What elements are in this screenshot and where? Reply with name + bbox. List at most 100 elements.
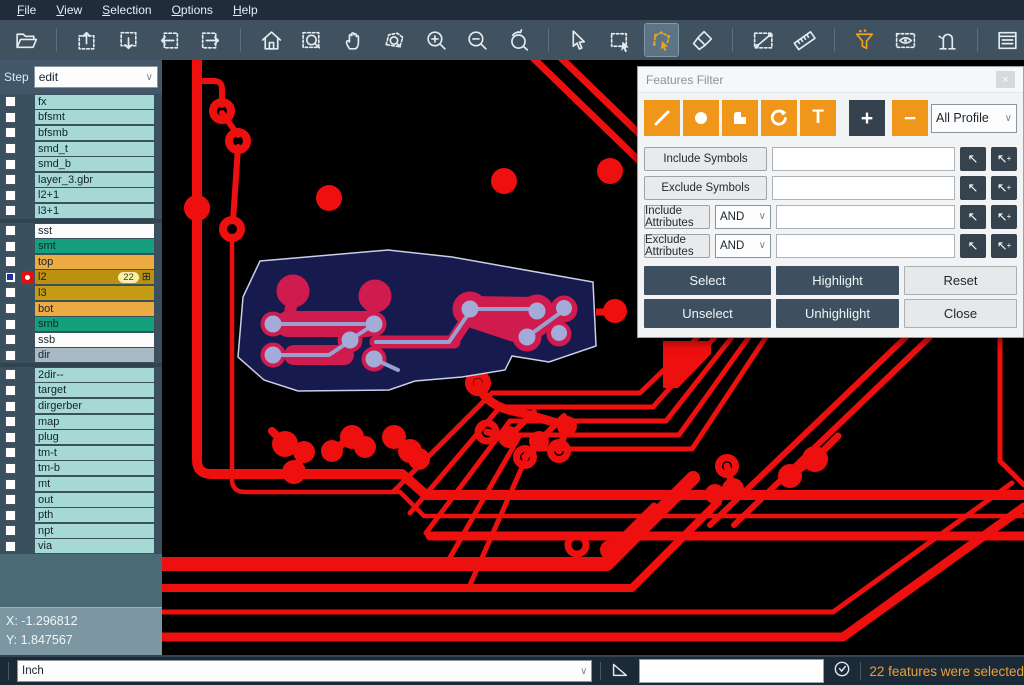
panel-list-icon[interactable] xyxy=(991,24,1024,56)
exclude-symbols-pick-add-icon[interactable]: ↖+ xyxy=(991,176,1017,200)
unhighlight-button[interactable]: Unhighlight xyxy=(776,299,899,328)
layer-checkbox[interactable] xyxy=(5,350,16,361)
layer-checkbox[interactable] xyxy=(5,541,16,552)
layer-checkbox[interactable] xyxy=(5,463,16,474)
layer-name-smd_t[interactable]: smd_t xyxy=(35,142,154,156)
layer-name-dir[interactable]: dir xyxy=(35,348,154,362)
zoom-in-icon[interactable] xyxy=(420,24,453,56)
filter-shape-arc-icon[interactable] xyxy=(761,100,797,136)
layer-name-bfsmt[interactable]: bfsmt xyxy=(35,110,154,124)
include-attributes-operator-select[interactable]: AND∨ xyxy=(715,205,771,229)
include-symbols-input[interactable] xyxy=(772,147,955,171)
layer-checkbox[interactable] xyxy=(5,416,16,427)
layer-name-smd_b[interactable]: smd_b xyxy=(35,157,154,171)
menu-help[interactable]: Help xyxy=(224,1,267,19)
layer-name-tm-t[interactable]: tm-t xyxy=(35,446,154,460)
layer-checkbox[interactable] xyxy=(5,334,16,345)
layer-checkbox[interactable] xyxy=(5,143,16,154)
exclude-attributes-button[interactable]: Exclude Attributes xyxy=(644,234,710,258)
send-down-icon[interactable] xyxy=(112,24,145,56)
layer-checkbox[interactable] xyxy=(5,525,16,536)
layer-name-sst[interactable]: sst xyxy=(35,224,154,238)
layer-name-bfsmb[interactable]: bfsmb xyxy=(35,126,154,140)
dialog-title-bar[interactable]: Features Filter × xyxy=(638,67,1023,93)
layer-checkbox[interactable] xyxy=(5,432,16,443)
layer-checkbox[interactable] xyxy=(5,447,16,458)
brush-icon[interactable] xyxy=(686,24,719,56)
grid-icon[interactable]: ⊞ xyxy=(142,270,151,284)
include-attributes-pick-add-icon[interactable]: ↖+ xyxy=(991,205,1017,229)
send-left-icon[interactable] xyxy=(153,24,186,56)
filter-shape-surface-icon[interactable] xyxy=(722,100,758,136)
view-options-icon[interactable] xyxy=(889,24,922,56)
profile-select[interactable]: All Profile∨ xyxy=(931,104,1017,133)
include-symbols-pick-add-icon[interactable]: ↖+ xyxy=(991,147,1017,171)
layer-name-fx[interactable]: fx xyxy=(35,95,154,109)
layer-name-l3[interactable]: l3 xyxy=(35,286,154,300)
menu-file[interactable]: File xyxy=(8,1,45,19)
layer-checkbox[interactable] xyxy=(5,241,16,252)
layer-name-smt[interactable]: smt xyxy=(35,239,154,253)
zoom-area-icon[interactable] xyxy=(296,24,329,56)
home-view-icon[interactable] xyxy=(254,24,287,56)
layer-checkbox[interactable] xyxy=(5,303,16,314)
exclude-attributes-input[interactable] xyxy=(776,234,955,258)
layer-checkbox[interactable] xyxy=(5,127,16,138)
layer-name-bot[interactable]: bot xyxy=(35,302,154,316)
layer-checkbox[interactable] xyxy=(5,401,16,412)
layer-checkbox[interactable] xyxy=(5,112,16,123)
layer-name-tm-b[interactable]: tm-b xyxy=(35,461,154,475)
command-input[interactable] xyxy=(639,659,824,683)
layer-checkbox[interactable] xyxy=(5,159,16,170)
layer-name-out[interactable]: out xyxy=(35,493,154,507)
menu-view[interactable]: View xyxy=(47,1,91,19)
exclude-attributes-pick-icon[interactable]: ↖ xyxy=(960,234,986,258)
layer-name-smb[interactable]: smb xyxy=(35,317,154,331)
unit-select[interactable]: Inch ∨ xyxy=(17,660,592,682)
send-up-icon[interactable] xyxy=(70,24,103,56)
zoom-out-icon[interactable] xyxy=(461,24,494,56)
layer-name-layer_3.gbr[interactable]: layer_3.gbr xyxy=(35,173,154,187)
layer-checkbox[interactable] xyxy=(5,190,16,201)
polarity-negative-button[interactable]: − xyxy=(892,100,928,136)
exclude-symbols-input[interactable] xyxy=(772,176,955,200)
filter-shape-line-icon[interactable] xyxy=(644,100,680,136)
send-right-icon[interactable] xyxy=(194,24,227,56)
unselect-button[interactable]: Unselect xyxy=(644,299,771,328)
layer-name-map[interactable]: map xyxy=(35,415,154,429)
select-button[interactable]: Select xyxy=(644,266,771,295)
exclude-attributes-pick-add-icon[interactable]: ↖+ xyxy=(991,234,1017,258)
layer-checkbox[interactable] xyxy=(5,272,16,283)
polarity-positive-button[interactable]: + xyxy=(849,100,885,136)
close-button[interactable]: Close xyxy=(904,299,1017,328)
ruler-icon[interactable] xyxy=(788,24,821,56)
exclude-attributes-operator-select[interactable]: AND∨ xyxy=(715,234,771,258)
layer-checkbox[interactable] xyxy=(5,287,16,298)
features-filter-icon[interactable] xyxy=(848,24,881,56)
layer-name-l2[interactable]: l222⊞ xyxy=(35,270,154,284)
layer-name-l2+1[interactable]: l2+1 xyxy=(35,188,154,202)
refresh-status-icon[interactable] xyxy=(832,659,852,684)
zoom-previous-icon[interactable] xyxy=(502,24,535,56)
highlight-button[interactable]: Highlight xyxy=(776,266,899,295)
include-attributes-pick-icon[interactable]: ↖ xyxy=(960,205,986,229)
include-attributes-button[interactable]: Include Attributes xyxy=(644,205,710,229)
layer-checkbox[interactable] xyxy=(5,369,16,380)
layer-checkbox[interactable] xyxy=(5,319,16,330)
layer-checkbox[interactable] xyxy=(5,385,16,396)
open-folder-icon[interactable] xyxy=(10,24,43,56)
layer-checkbox[interactable] xyxy=(5,225,16,236)
layer-checkbox[interactable] xyxy=(5,510,16,521)
menu-selection[interactable]: Selection xyxy=(93,1,160,19)
layer-name-target[interactable]: target xyxy=(35,383,154,397)
layer-checkbox[interactable] xyxy=(5,479,16,490)
layer-name-ssb[interactable]: ssb xyxy=(35,333,154,347)
rect-select-icon[interactable] xyxy=(604,24,637,56)
layer-checkbox[interactable] xyxy=(5,96,16,107)
select-cursor-icon[interactable] xyxy=(562,24,595,56)
layer-checkbox[interactable] xyxy=(5,256,16,267)
layer-name-mt[interactable]: mt xyxy=(35,477,154,491)
include-symbols-button[interactable]: Include Symbols xyxy=(644,147,767,171)
filter-shape-text-icon[interactable]: T xyxy=(800,100,836,136)
layer-checkbox[interactable] xyxy=(5,494,16,505)
